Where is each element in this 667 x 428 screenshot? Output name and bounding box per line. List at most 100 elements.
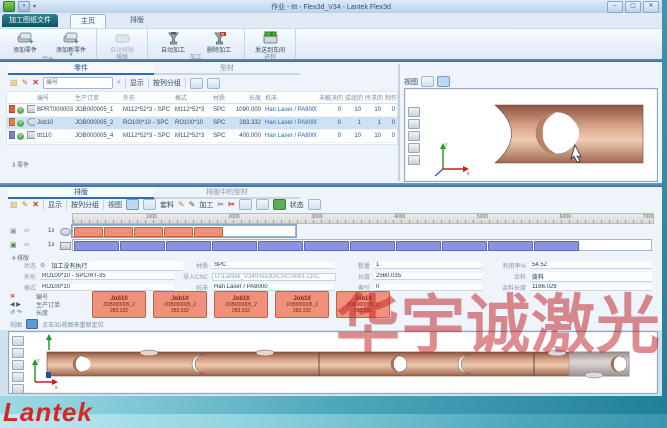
auto-machine-icon [165, 30, 182, 45]
send-workshop-button[interactable]: 发送到车间 [247, 29, 293, 54]
ruler-tick-label: 7000 [643, 214, 654, 220]
column-header[interactable]: 长度 [231, 92, 263, 104]
nested-part-card[interactable]: Job10JOB000005_2283.332 [214, 291, 268, 318]
nested-part-segment[interactable] [488, 241, 533, 251]
auto-nest-icon[interactable]: ✎ [189, 200, 196, 210]
nested-part-segment[interactable] [74, 227, 103, 237]
nested-part-segment[interactable] [134, 227, 163, 237]
table-row[interactable]: ⟳Job10JOB000005_2RO100*10 - SPCRO100*10S… [7, 117, 397, 130]
undo-redo-icons[interactable]: ↺ ↷ [10, 309, 36, 316]
group-by-column-button[interactable]: 按列分组 [153, 78, 181, 88]
nested-part-card[interactable]: Job10JOB000005_2283.332 [92, 291, 146, 318]
nested-part-segment[interactable] [74, 241, 119, 251]
edit-icon[interactable]: ✎ [22, 78, 29, 88]
nested-part-card[interactable]: Job10JOB000005_2283.332 [336, 291, 390, 318]
column-header[interactable]: 未解决的 [317, 92, 343, 104]
remove-part-icon[interactable]: ✕ [10, 293, 36, 300]
column-header[interactable]: 格式 [173, 92, 211, 104]
pan-view-icon[interactable] [12, 384, 24, 394]
panel-splitter[interactable] [398, 64, 400, 181]
rotate-view-icon[interactable] [12, 372, 24, 382]
tab-profiles-in-nesting[interactable]: 排版中的型材 [154, 187, 300, 199]
nested-part-segment[interactable] [212, 241, 257, 251]
auto-machine-button[interactable]: 自动加工 [150, 29, 196, 54]
tab-parts[interactable]: 零件 [8, 63, 154, 75]
nested-part-card[interactable]: Job10JOB000005_2283.332 [275, 291, 329, 318]
validate-icon[interactable] [273, 199, 286, 210]
pan-view-icon[interactable] [408, 155, 420, 165]
close-button[interactable]: ✕ [643, 1, 659, 13]
table-row[interactable]: ⟳ttt110JOB000005_4M112*52*3 - SPCM112*52… [7, 130, 397, 143]
nested-part-segment[interactable] [304, 241, 349, 251]
rotate-view-icon[interactable] [408, 143, 420, 153]
nested-part-segment[interactable] [120, 241, 165, 251]
column-header[interactable]: 所求的 [363, 92, 383, 104]
tab-home[interactable]: 主页 [70, 14, 106, 28]
filter-icon[interactable] [190, 78, 203, 89]
column-header[interactable]: 材质 [211, 92, 231, 104]
search-icon[interactable]: ⌕ [117, 79, 121, 87]
file-menu-button[interactable]: 加工图纸文件 [2, 14, 58, 27]
front-view-icon[interactable] [408, 119, 420, 129]
card-length: 283.332 [337, 308, 389, 314]
search-input[interactable] [43, 77, 113, 89]
iso-view-icon[interactable] [12, 336, 24, 346]
delete-icon[interactable]: ✕ [32, 78, 39, 88]
nested-part-segment[interactable] [194, 227, 223, 237]
list-view-icon[interactable] [143, 199, 156, 210]
zoom-view-icon[interactable] [12, 360, 24, 370]
status-icon[interactable] [308, 199, 321, 210]
shaded-view-icon[interactable] [437, 76, 450, 87]
column-header[interactable]: 机床 [263, 92, 317, 104]
add-part-button[interactable]: +添加零件 [2, 29, 48, 54]
tab-nestings[interactable]: 排版 [8, 187, 154, 199]
minimize-button[interactable]: – [607, 1, 623, 13]
tab-nesting[interactable]: 排版 [120, 14, 154, 27]
tube-bar[interactable] [72, 239, 652, 251]
group-by-column-button[interactable]: 按列分组 [71, 200, 99, 210]
nested-part-segment[interactable] [164, 227, 193, 237]
timeline-view-icon[interactable] [126, 199, 139, 210]
nested-part-segment[interactable] [258, 241, 303, 251]
nesting-3d-view[interactable]: y x [8, 331, 658, 394]
table-row[interactable]: ⟳BPRT000003JOB000005_1M112*52*3 - SPCM11… [7, 104, 397, 117]
zoom-view-icon[interactable] [408, 131, 420, 141]
column-header[interactable]: 外形 [121, 92, 173, 104]
edit-icon[interactable]: ✎ [22, 200, 29, 210]
open-icon[interactable]: ▨ [10, 78, 18, 88]
remove-machining-icon[interactable]: ✂ [228, 200, 235, 210]
tab-profiles[interactable]: 型材 [154, 63, 300, 75]
part-3d-view[interactable]: y x [404, 88, 658, 182]
delete-icon[interactable]: ✕ [32, 200, 39, 210]
column-header[interactable]: 生产订单 [73, 92, 121, 104]
show-button[interactable]: 显示 [48, 200, 62, 210]
apply-machining-icon[interactable]: ✂ [217, 200, 224, 210]
delete-machine-button[interactable]: ✕删除加工 [196, 29, 242, 54]
column-header[interactable]: 成组的 [343, 92, 363, 104]
nested-part-segment[interactable] [166, 241, 211, 251]
tube-bar[interactable] [72, 225, 296, 237]
nested-part-card[interactable]: Job10JOB000005_2283.332 [153, 291, 207, 318]
maximize-button[interactable]: ▢ [625, 1, 641, 13]
nested-part-segment[interactable] [442, 241, 487, 251]
column-header[interactable]: 制作 [383, 92, 397, 104]
show-button[interactable]: 显示 [130, 78, 144, 88]
front-view-icon[interactable] [12, 348, 24, 358]
nesting-row[interactable]: ▣✂1x [8, 225, 654, 238]
nested-part-segment[interactable] [396, 241, 441, 251]
open-icon[interactable]: ▨ [10, 200, 18, 210]
nested-part-segment[interactable] [350, 241, 395, 251]
manual-nest-icon[interactable]: ✎ [178, 200, 185, 210]
chart-icon[interactable] [207, 78, 220, 89]
nested-part-segment[interactable] [534, 241, 579, 251]
split-icon[interactable] [239, 199, 252, 210]
column-header[interactable]: 编号 [35, 92, 73, 104]
nested-part-segment[interactable] [104, 227, 133, 237]
iso-view-icon[interactable] [408, 107, 420, 117]
add-new-part-button[interactable]: +添加新零件▾ [48, 29, 94, 57]
solid-view-icon[interactable] [421, 76, 434, 87]
monitor-icon[interactable] [26, 319, 38, 329]
nesting-row[interactable]: ▣✂1x [8, 239, 654, 252]
prev-next-icons[interactable]: ◀ ▶ [10, 301, 36, 308]
remnant-icon[interactable] [256, 199, 269, 210]
